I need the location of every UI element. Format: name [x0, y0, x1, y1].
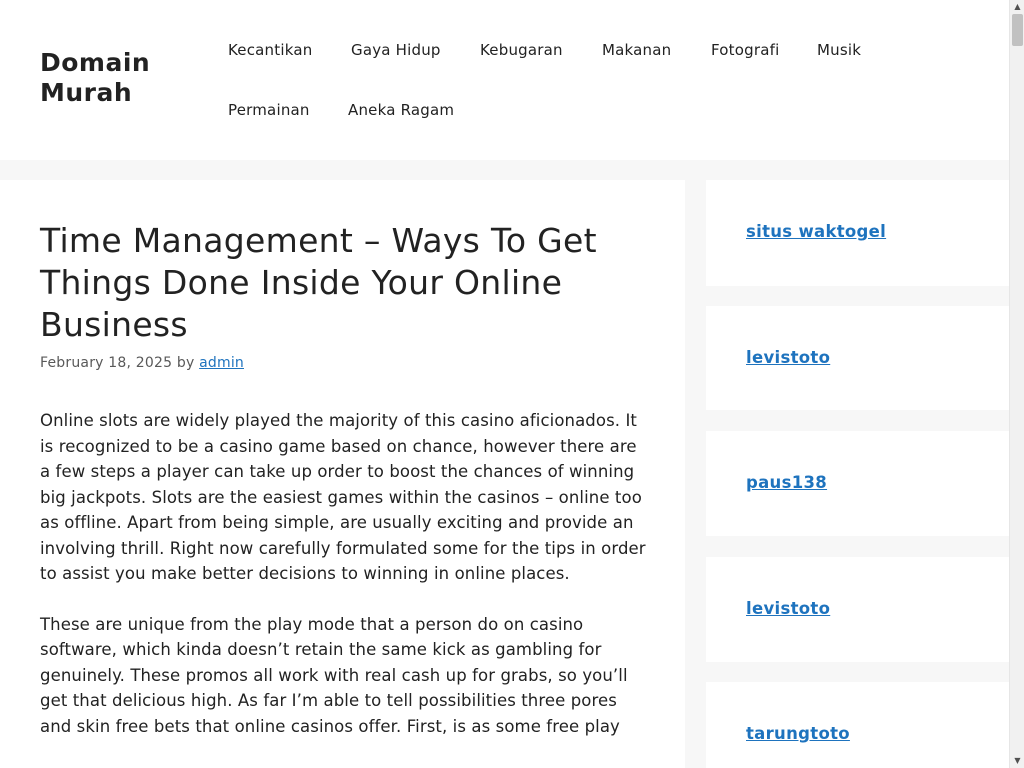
nav-item-musik[interactable]: Musik: [817, 40, 861, 60]
nav-item-aneka-ragam[interactable]: Aneka Ragam: [348, 100, 454, 120]
page-viewport: Domain Murah Kecantikan Gaya Hidup Kebug…: [0, 0, 1009, 768]
post-author-link[interactable]: admin: [199, 355, 244, 371]
site-header: Domain Murah Kecantikan Gaya Hidup Kebug…: [0, 0, 1009, 160]
post-body: Online slots are widely played the major…: [40, 408, 650, 764]
post-date: February 18, 2025: [40, 355, 173, 371]
sidebar-link-tarungtoto[interactable]: tarungtoto: [746, 724, 850, 743]
post-meta: February 18, 2025 by admin: [40, 353, 244, 373]
sidebar-widget: levistoto: [706, 557, 1009, 662]
vertical-scrollbar[interactable]: ▲ ▼: [1009, 0, 1024, 768]
post-title: Time Management – Ways To Get Things Don…: [40, 221, 597, 344]
scroll-thumb[interactable]: [1012, 14, 1023, 46]
sidebar-widget: tarungtoto: [706, 682, 1009, 768]
sidebar-link-situs-waktogel[interactable]: situs waktogel: [746, 222, 886, 241]
sidebar-link-levistoto[interactable]: levistoto: [746, 348, 830, 367]
post-paragraph: These are unique from the play mode that…: [40, 614, 628, 736]
sidebar-widget: levistoto: [706, 306, 1009, 410]
sidebar-widget: situs waktogel: [706, 180, 1009, 286]
nav-item-makanan[interactable]: Makanan: [602, 40, 671, 60]
nav-item-fotografi[interactable]: Fotografi: [711, 40, 779, 60]
sidebar-link-levistoto-2[interactable]: levistoto: [746, 599, 830, 618]
nav-item-permainan[interactable]: Permainan: [228, 100, 310, 120]
sidebar-link-paus138[interactable]: paus138: [746, 473, 827, 492]
site-title[interactable]: Domain Murah: [40, 48, 190, 108]
nav-item-kecantikan[interactable]: Kecantikan: [228, 40, 312, 60]
nav-item-gaya-hidup[interactable]: Gaya Hidup: [351, 40, 441, 60]
post-paragraph: Online slots are widely played the major…: [40, 411, 646, 583]
nav-item-kebugaran[interactable]: Kebugaran: [480, 40, 563, 60]
post-by-label: by: [176, 355, 195, 371]
scroll-up-icon[interactable]: ▲: [1010, 0, 1024, 14]
sidebar-widget: paus138: [706, 431, 1009, 536]
scroll-down-icon[interactable]: ▼: [1010, 754, 1024, 768]
